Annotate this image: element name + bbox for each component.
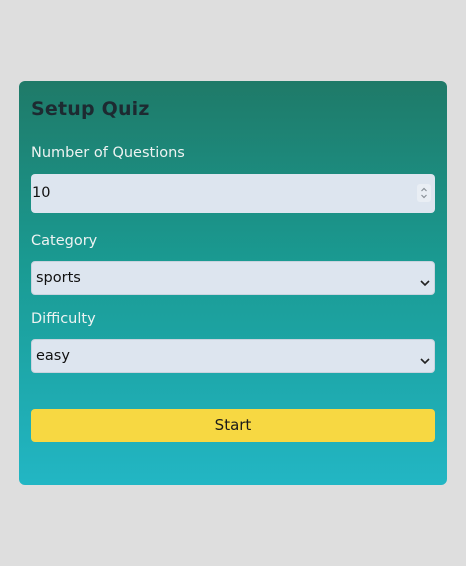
chevron-down-icon[interactable]	[419, 351, 431, 370]
quiz-setup-card: Setup Quiz Number of Questions 10 Catego…	[19, 81, 447, 485]
start-button[interactable]: Start	[31, 409, 435, 442]
difficulty-selected-value[interactable]: easy	[36, 347, 70, 365]
category-selected-value[interactable]: sports	[36, 269, 81, 287]
number-of-questions-input[interactable]: 10	[31, 174, 435, 213]
category-label: Category	[31, 233, 98, 249]
form-title: Setup Quiz	[31, 98, 150, 120]
questions-label: Number of Questions	[31, 145, 185, 161]
difficulty-label: Difficulty	[31, 311, 96, 327]
difficulty-select[interactable]: easy	[31, 339, 435, 373]
category-select[interactable]: sports	[31, 261, 435, 295]
questions-value[interactable]: 10	[32, 184, 50, 202]
chevron-down-icon[interactable]	[419, 273, 431, 292]
up-down-spinner-icon[interactable]	[417, 184, 431, 202]
